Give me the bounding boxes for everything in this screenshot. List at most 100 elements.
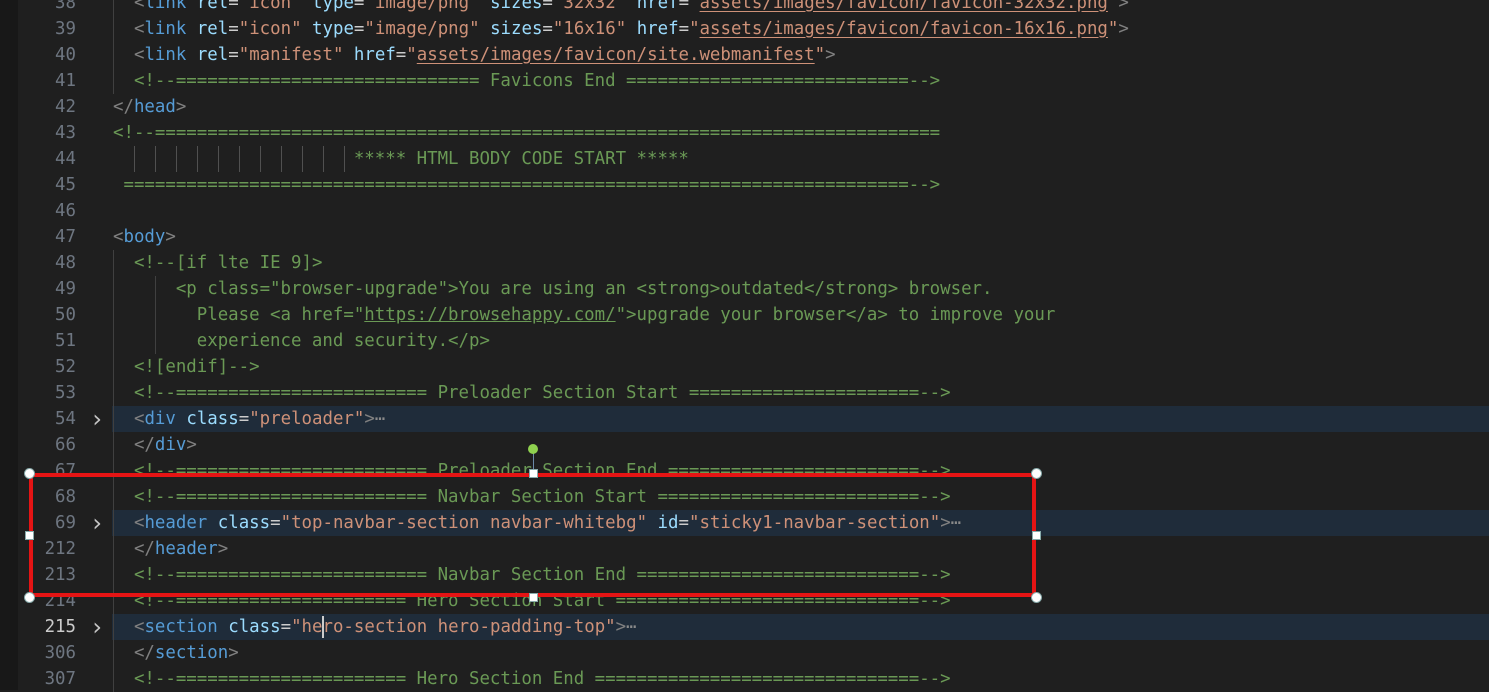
code-token: "image/png" xyxy=(364,0,480,13)
resize-handle-right[interactable] xyxy=(1032,531,1041,540)
indent-guide xyxy=(344,146,345,172)
code-line[interactable]: 40 <link rel="manifest" href="assets/ima… xyxy=(0,42,1489,68)
code-token: experience and security.</p> xyxy=(196,331,490,351)
code-token: div xyxy=(144,409,176,429)
code-content[interactable]: <!--============================= Favico… xyxy=(112,68,1489,94)
code-token: "image/png" xyxy=(364,19,480,39)
indent-guide xyxy=(155,146,156,172)
code-line[interactable]: 38 <link rel="icon" type="image/png" siz… xyxy=(0,0,1489,16)
folded-ellipsis[interactable]: ⋯ xyxy=(626,617,636,637)
code-line[interactable]: 215 › <section class="hero-section hero-p… xyxy=(0,614,1489,640)
indent-guide xyxy=(113,640,114,666)
code-content[interactable]: Please <a href="https://browsehappy.com/… xyxy=(112,302,1489,328)
code-token: " xyxy=(814,45,826,65)
line-number: 49 xyxy=(55,279,76,299)
code-token: = xyxy=(228,45,239,65)
code-link[interactable]: assets/images/favicon/site.webmanifest xyxy=(417,45,815,65)
indent-guide xyxy=(113,328,114,354)
code-line[interactable]: 46 xyxy=(0,198,1489,224)
resize-handle-bottom-right[interactable] xyxy=(1031,592,1042,603)
code-line[interactable]: 42 </head> xyxy=(0,94,1489,120)
line-number: 307 xyxy=(44,669,76,689)
code-line[interactable]: 41 <!--============================= Fav… xyxy=(0,68,1489,94)
code-line[interactable]: 51 experience and security.</p> xyxy=(0,328,1489,354)
resize-handle-top-left[interactable] xyxy=(24,468,35,479)
code-token: <![endif]--> xyxy=(133,357,260,377)
indent-guide xyxy=(113,16,114,42)
code-line[interactable]: 54 › <div class="preloader">⋯ xyxy=(0,406,1489,432)
code-line[interactable]: 307 <!--====================== Hero Sect… xyxy=(0,666,1489,692)
rotation-handle[interactable] xyxy=(528,444,538,454)
indent-guide xyxy=(113,0,114,16)
code-content[interactable]: ***** HTML BODY CODE START ***** xyxy=(112,146,1489,172)
code-link[interactable]: assets/images/favicon/favicon-16x16.png xyxy=(700,19,1108,39)
code-token: body xyxy=(123,227,166,247)
code-content[interactable]: <section class="hero-section hero-paddin… xyxy=(112,614,1489,640)
code-token: type xyxy=(312,19,354,39)
code-line[interactable]: 50 Please <a href="https://browsehappy.c… xyxy=(0,302,1489,328)
code-token: head xyxy=(133,97,176,117)
line-number: 45 xyxy=(55,175,76,195)
line-number: 52 xyxy=(55,357,76,377)
code-token: "icon" xyxy=(238,0,302,13)
code-link[interactable]: assets/images/favicon/favicon-32x32.png xyxy=(700,0,1108,13)
code-line[interactable]: 52 <![endif]--> xyxy=(0,354,1489,380)
annotation-rectangle[interactable] xyxy=(29,473,1036,597)
code-token: section xyxy=(154,643,229,663)
code-line[interactable]: 48 <!--[if lte IE 9]> xyxy=(0,250,1489,276)
code-content[interactable]: <link rel="icon" type="image/png" sizes=… xyxy=(112,0,1489,16)
code-content[interactable]: <link rel="icon" type="image/png" sizes=… xyxy=(112,16,1489,42)
code-content[interactable]: <body> xyxy=(112,224,1489,250)
code-line[interactable]: 53 <!--======================== Preloade… xyxy=(0,380,1489,406)
resize-handle-bottom[interactable] xyxy=(529,593,538,602)
fold-chevron-icon[interactable]: › xyxy=(89,614,105,640)
resize-handle-left[interactable] xyxy=(25,531,34,540)
code-content[interactable]: <p class="browser-upgrade">You are using… xyxy=(112,276,1489,302)
code-token: "preloader" xyxy=(249,409,365,429)
code-line[interactable]: 45 =====================================… xyxy=(0,172,1489,198)
code-token: class xyxy=(186,409,239,429)
code-token: = xyxy=(542,0,553,13)
code-content[interactable]: <!--====================================… xyxy=(112,120,1489,146)
code-content[interactable]: ========================================… xyxy=(112,172,1489,198)
code-line[interactable]: 43 <!--==================================… xyxy=(0,120,1489,146)
fold-chevron-icon[interactable]: › xyxy=(89,406,105,432)
code-content[interactable]: </section> xyxy=(112,640,1489,666)
code-content[interactable]: </div> xyxy=(112,432,1489,458)
folded-ellipsis[interactable]: ⋯ xyxy=(375,409,385,429)
line-number: 39 xyxy=(55,19,76,39)
code-content[interactable]: </head> xyxy=(112,94,1489,120)
code-content[interactable]: <link rel="manifest" href="assets/images… xyxy=(112,42,1489,68)
code-line[interactable]: 66 </div> xyxy=(0,432,1489,458)
code-line[interactable]: 47 <body> xyxy=(0,224,1489,250)
code-content[interactable]: <div class="preloader">⋯ xyxy=(112,406,1489,432)
resize-handle-bottom-left[interactable] xyxy=(24,592,35,603)
line-number: 46 xyxy=(55,201,76,221)
code-line[interactable]: 44 ***** HTML BODY CODE START ***** xyxy=(0,146,1489,172)
code-content[interactable]: <!--======================== Preloader S… xyxy=(112,380,1489,406)
code-token: </ xyxy=(133,643,155,663)
code-content[interactable]: <!--====================== Hero Section … xyxy=(112,666,1489,692)
indent-guide xyxy=(302,146,303,172)
indent-guide xyxy=(113,250,114,276)
code-token: href xyxy=(353,45,396,65)
code-line[interactable]: 306 </section> xyxy=(0,640,1489,666)
code-content[interactable] xyxy=(112,198,1489,224)
code-content[interactable]: experience and security.</p> xyxy=(112,328,1489,354)
line-number: 54 xyxy=(55,409,76,429)
code-content[interactable]: <![endif]--> xyxy=(112,354,1489,380)
resize-handle-top-right[interactable] xyxy=(1031,468,1042,479)
code-line[interactable]: 49 <p class="browser-upgrade">You are us… xyxy=(0,276,1489,302)
code-line[interactable]: 39 <link rel="icon" type="image/png" siz… xyxy=(0,16,1489,42)
indent-guide xyxy=(323,146,324,172)
resize-handle-top[interactable] xyxy=(529,469,538,478)
code-token: link xyxy=(144,0,187,13)
code-content[interactable]: <!--[if lte IE 9]> xyxy=(112,250,1489,276)
code-token: " xyxy=(1107,19,1119,39)
